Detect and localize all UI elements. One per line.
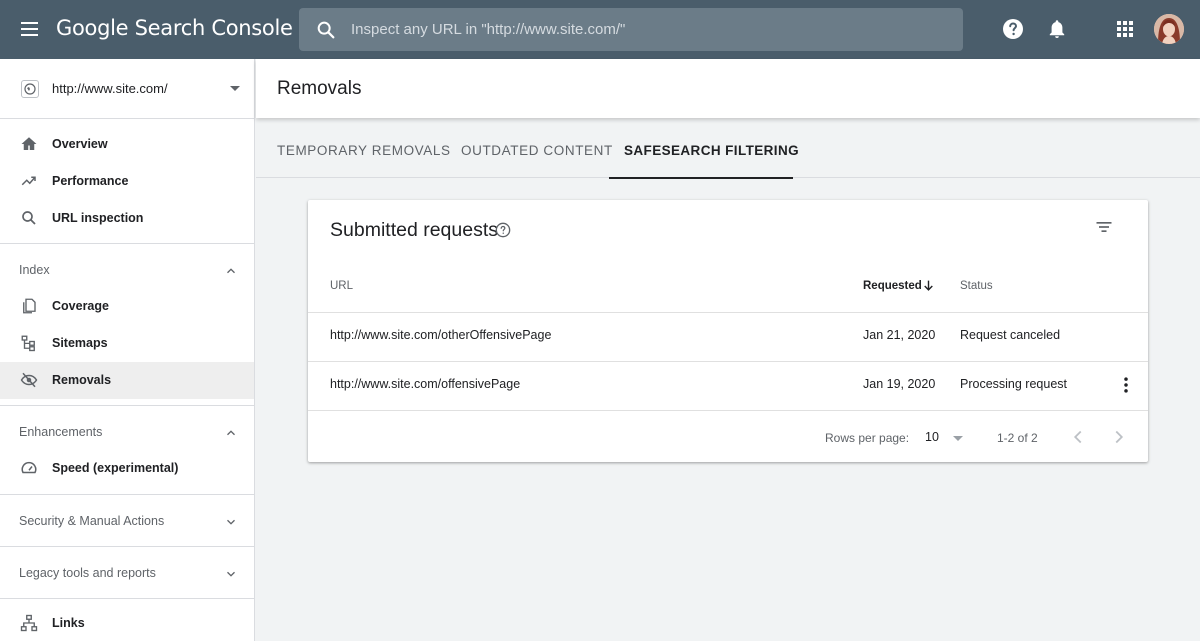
- home-icon: [21, 137, 37, 150]
- page-title: Removals: [277, 78, 362, 99]
- sidebar-item-label: Coverage: [52, 299, 109, 313]
- section-label: Enhancements: [19, 425, 103, 439]
- divider: [0, 494, 254, 495]
- sidebar-item-overview[interactable]: Overview: [0, 126, 254, 163]
- cell-url: http://www.site.com/otherOffensivePage: [330, 328, 552, 342]
- divider: [308, 312, 1148, 313]
- section-label: Index: [19, 263, 50, 277]
- chevron-down-icon: [227, 571, 235, 577]
- divider: [308, 410, 1148, 411]
- tab-outdated-content[interactable]: OUTDATED CONTENT: [446, 118, 612, 178]
- cell-url: http://www.site.com/offensivePage: [330, 377, 521, 391]
- rows-per-page-label: Rows per page:: [825, 431, 910, 445]
- dropdown-caret-icon: [953, 436, 963, 441]
- property-label: http://www.site.com/: [52, 81, 168, 96]
- property-selector[interactable]: http://www.site.com/: [0, 59, 254, 119]
- sidebar-item-links[interactable]: Links: [0, 605, 254, 641]
- card-title: Submitted requests: [330, 219, 499, 241]
- tab-label: TEMPORARY REMOVALS: [277, 143, 451, 158]
- search-input[interactable]: [351, 8, 951, 51]
- speedometer-icon: [21, 461, 37, 474]
- page-header: Removals: [256, 59, 1200, 118]
- search-icon: [317, 21, 335, 39]
- menu-icon[interactable]: [19, 18, 41, 40]
- copy-icon: [23, 298, 36, 314]
- sidebar-item-label: Overview: [52, 137, 108, 151]
- pagination-range: 1-2 of 2: [997, 431, 1038, 445]
- section-enhancements[interactable]: Enhancements: [0, 412, 254, 452]
- divider: [0, 598, 254, 599]
- url-inspection-search[interactable]: [299, 8, 963, 51]
- chevron-down-icon: [227, 519, 235, 525]
- app-logo[interactable]: Google Search Console: [56, 16, 293, 40]
- sidebar-item-url-inspection[interactable]: URL inspection: [0, 200, 254, 237]
- rows-per-page-value: 10: [925, 430, 939, 444]
- divider: [0, 243, 254, 244]
- apps-grid-icon[interactable]: [1113, 17, 1137, 41]
- sidebar-item-label: Speed (experimental): [52, 461, 179, 475]
- section-security[interactable]: Security & Manual Actions: [0, 501, 254, 541]
- column-header-url[interactable]: URL: [330, 280, 353, 292]
- help-icon[interactable]: [1001, 17, 1025, 41]
- tab-label: OUTDATED CONTENT: [461, 143, 613, 158]
- submitted-requests-card: Submitted requests URL Requested Status …: [308, 200, 1148, 462]
- trending-up-icon: [21, 176, 36, 186]
- filter-icon[interactable]: [1094, 217, 1114, 237]
- sidebar-item-performance[interactable]: Performance: [0, 163, 254, 200]
- notifications-bell-icon[interactable]: [1045, 17, 1069, 41]
- sidebar-item-label: Removals: [52, 373, 112, 387]
- cell-status: Request canceled: [960, 328, 1061, 342]
- previous-page-icon[interactable]: [1067, 426, 1089, 448]
- divider: [308, 361, 1148, 362]
- tab-temporary-removals[interactable]: TEMPORARY REMOVALS: [256, 118, 450, 178]
- account-avatar[interactable]: [1154, 14, 1184, 44]
- chevron-up-icon: [227, 268, 235, 274]
- divider: [0, 405, 254, 406]
- removals-tabs: TEMPORARY REMOVALS OUTDATED CONTENT SAFE…: [256, 118, 1200, 179]
- cell-status: Processing request: [960, 377, 1068, 391]
- column-header-requested[interactable]: Requested: [863, 280, 922, 292]
- active-tab-indicator: [609, 177, 793, 179]
- next-page-icon[interactable]: [1108, 426, 1130, 448]
- sidebar-item-coverage[interactable]: Coverage: [0, 288, 254, 325]
- links-icon: [20, 614, 38, 632]
- tab-label: SAFESEARCH FILTERING: [624, 143, 800, 158]
- tab-safesearch-filtering[interactable]: SAFESEARCH FILTERING: [609, 118, 799, 179]
- globe-icon: [21, 80, 39, 98]
- search-icon: [22, 211, 36, 225]
- cell-requested: Jan 19, 2020: [863, 377, 936, 391]
- section-legacy-tools[interactable]: Legacy tools and reports: [0, 553, 254, 593]
- section-label: Security & Manual Actions: [19, 514, 165, 528]
- cell-requested: Jan 21, 2020: [863, 328, 936, 342]
- section-label: Legacy tools and reports: [19, 566, 156, 580]
- sidebar-item-label: URL inspection: [52, 211, 144, 225]
- rows-per-page-select[interactable]: 10: [925, 426, 971, 448]
- column-header-status: Status: [960, 280, 993, 292]
- sidebar: http://www.site.com/ Overview Performanc…: [0, 59, 255, 641]
- arrow-down-icon[interactable]: [922, 279, 935, 292]
- sidebar-item-removals[interactable]: Removals: [0, 362, 254, 399]
- section-index[interactable]: Index: [0, 250, 254, 290]
- sidebar-item-label: Links: [52, 616, 85, 630]
- sidebar-item-speed[interactable]: Speed (experimental): [0, 450, 254, 487]
- sidebar-item-label: Sitemaps: [52, 336, 108, 350]
- dropdown-caret-icon: [230, 86, 240, 91]
- visibility-off-icon: [20, 372, 38, 388]
- divider: [0, 546, 254, 547]
- sidebar-item-sitemaps[interactable]: Sitemaps: [0, 325, 254, 362]
- sidebar-item-label: Performance: [52, 174, 129, 188]
- avatar-photo-icon: [1154, 14, 1184, 44]
- help-outline-icon[interactable]: [495, 222, 511, 238]
- sitemap-icon: [21, 335, 35, 352]
- chevron-up-icon: [227, 430, 235, 436]
- top-app-bar: Google Search Console: [0, 0, 1200, 59]
- more-vert-icon[interactable]: [1116, 375, 1136, 395]
